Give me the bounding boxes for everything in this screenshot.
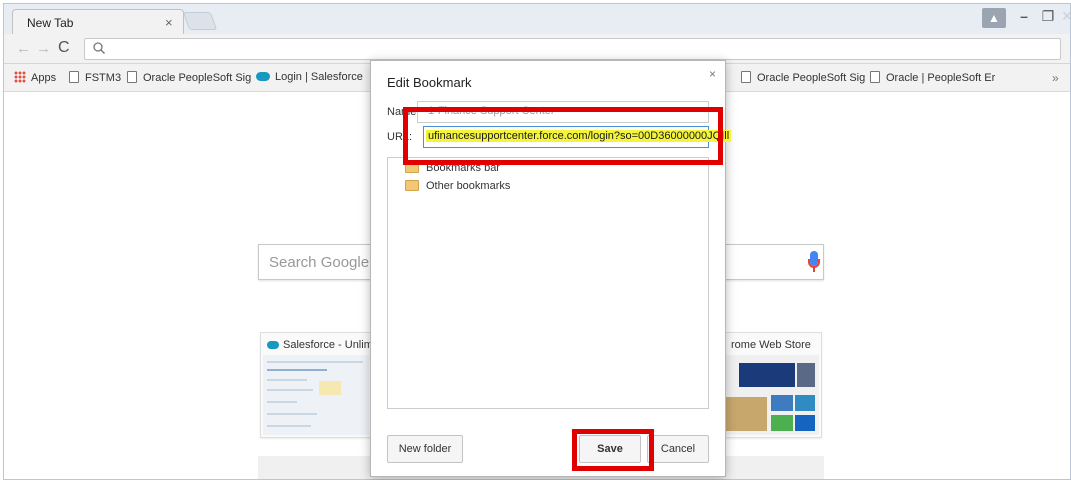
tab-new-tab[interactable]: New Tab × [12, 9, 184, 34]
annotation-box-save [572, 429, 654, 471]
search-placeholder: Search Google or [269, 254, 387, 271]
most-visited-tile-chrome-web-store[interactable]: rome Web Store [710, 332, 822, 438]
search-icon [93, 42, 105, 54]
mic-icon-stem [813, 267, 815, 272]
annotation-box-url [403, 107, 723, 165]
cancel-button[interactable]: Cancel [647, 435, 709, 463]
mic-icon-body [810, 251, 818, 266]
bookmark-oracle-peoplesoft-3[interactable]: Oracle | PeopleSoft Er [870, 71, 995, 84]
omnibox-input[interactable] [84, 38, 1061, 60]
folder-item-other-bookmarks[interactable]: Other bookmarks [405, 180, 510, 192]
salesforce-cloud-icon [267, 341, 279, 349]
tile-title: Salesforce - Unlimi [283, 339, 376, 351]
folder-icon [405, 180, 419, 191]
salesforce-cloud-icon [256, 72, 270, 81]
reload-icon[interactable]: C [58, 39, 70, 57]
tab-close-icon[interactable]: × [165, 15, 173, 30]
bookmark-login-salesforce[interactable]: Login | Salesforce [256, 71, 363, 83]
title-bar: New Tab × ▲ – ❐ ✕ [4, 4, 1070, 34]
apps-grid-icon [14, 71, 26, 83]
back-icon[interactable]: ← [16, 40, 31, 57]
minimize-button[interactable]: – [1014, 8, 1034, 28]
page-icon [870, 71, 880, 83]
tile-thumbnail [713, 355, 819, 435]
page-icon [69, 71, 79, 83]
bookmark-fstm3[interactable]: FSTM3 [69, 71, 121, 84]
tab-title: New Tab [27, 16, 74, 30]
bookmarks-overflow-icon[interactable]: » [1052, 71, 1059, 85]
page-icon [741, 71, 751, 83]
page-icon [127, 71, 137, 83]
bookmark-oracle-peoplesoft-1[interactable]: Oracle PeopleSoft Sig [127, 71, 251, 84]
most-visited-tile-salesforce[interactable]: Salesforce - Unlimi [260, 332, 376, 438]
close-icon[interactable]: × [709, 67, 716, 81]
bookmark-apps[interactable]: Apps [14, 71, 56, 84]
forward-icon[interactable]: → [36, 40, 51, 57]
tile-thumbnail [263, 355, 369, 435]
folder-tree[interactable] [387, 157, 709, 409]
tile-title: rome Web Store [731, 339, 811, 351]
new-folder-button[interactable]: New folder [387, 435, 463, 463]
close-window-button[interactable]: ✕ [1060, 8, 1070, 28]
new-tab-button[interactable] [182, 12, 218, 30]
user-icon[interactable]: ▲ [982, 8, 1006, 28]
bookmark-oracle-peoplesoft-2[interactable]: Oracle PeopleSoft Sig [741, 71, 865, 84]
restore-button[interactable]: ❐ [1038, 8, 1058, 28]
dialog-title: Edit Bookmark [387, 75, 472, 90]
